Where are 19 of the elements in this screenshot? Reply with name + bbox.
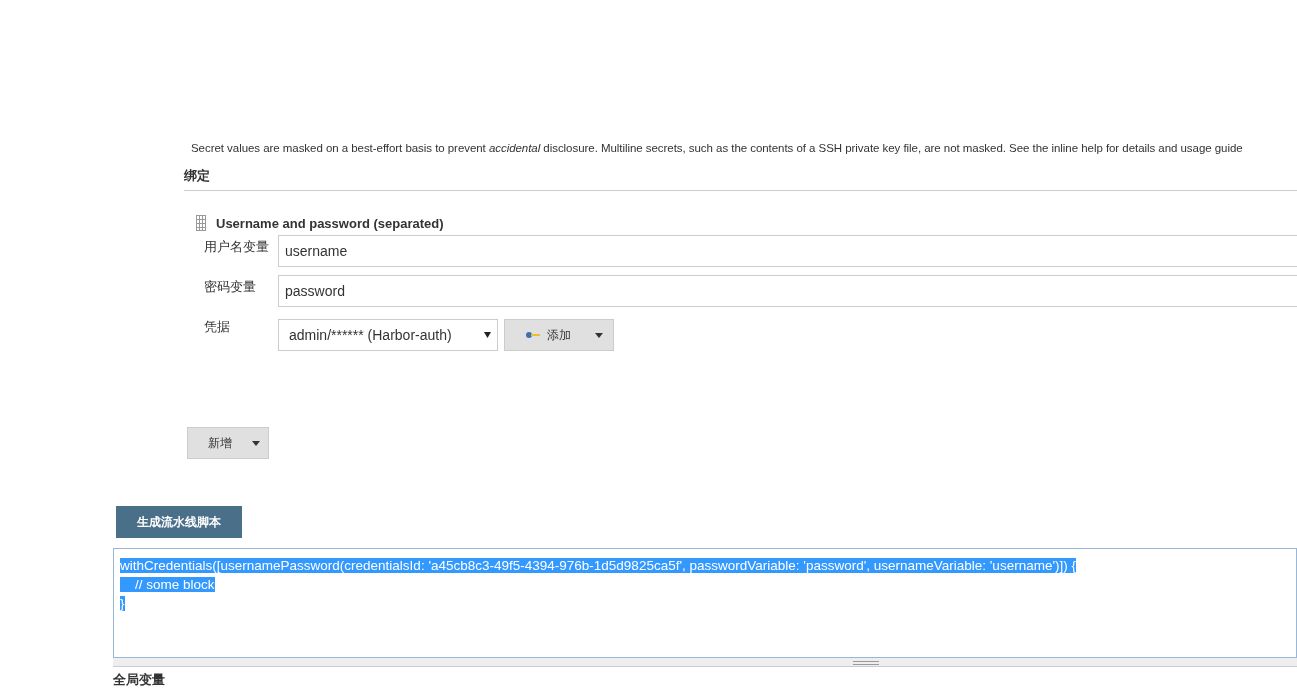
caret-icon xyxy=(252,440,260,446)
binding-title: Username and password (separated) xyxy=(216,215,444,231)
credentials-dropdown[interactable]: admin/****** (Harbor-auth) xyxy=(278,319,498,351)
field-label: 凭据 xyxy=(203,318,231,336)
drag-handle-icon[interactable] xyxy=(196,215,206,231)
caret-icon xyxy=(484,332,491,338)
add-binding-button[interactable]: 新增 xyxy=(187,427,269,459)
input-field[interactable]: username xyxy=(278,235,1297,267)
field-label: 密码变量 xyxy=(203,278,257,296)
caret-icon xyxy=(595,332,603,338)
input-field[interactable]: password xyxy=(278,275,1297,307)
section-title: 绑定 xyxy=(184,167,1297,191)
resize-handle[interactable] xyxy=(113,658,1297,667)
field-label: 用户名变量 xyxy=(203,238,270,256)
add-credentials-button[interactable]: 添加 xyxy=(504,319,614,351)
section-title: 全局变量 xyxy=(113,671,166,689)
key-icon xyxy=(525,331,541,339)
notice-text: Secret values are masked on a best-effort basis to prevent accidental disclosure. Multiline secrets, such as the contents of a SSH private key file, are not masked. See the inline help for details and usage guide xyxy=(190,141,1244,156)
generate-script-button[interactable]: 生成流水线脚本 xyxy=(116,506,242,538)
